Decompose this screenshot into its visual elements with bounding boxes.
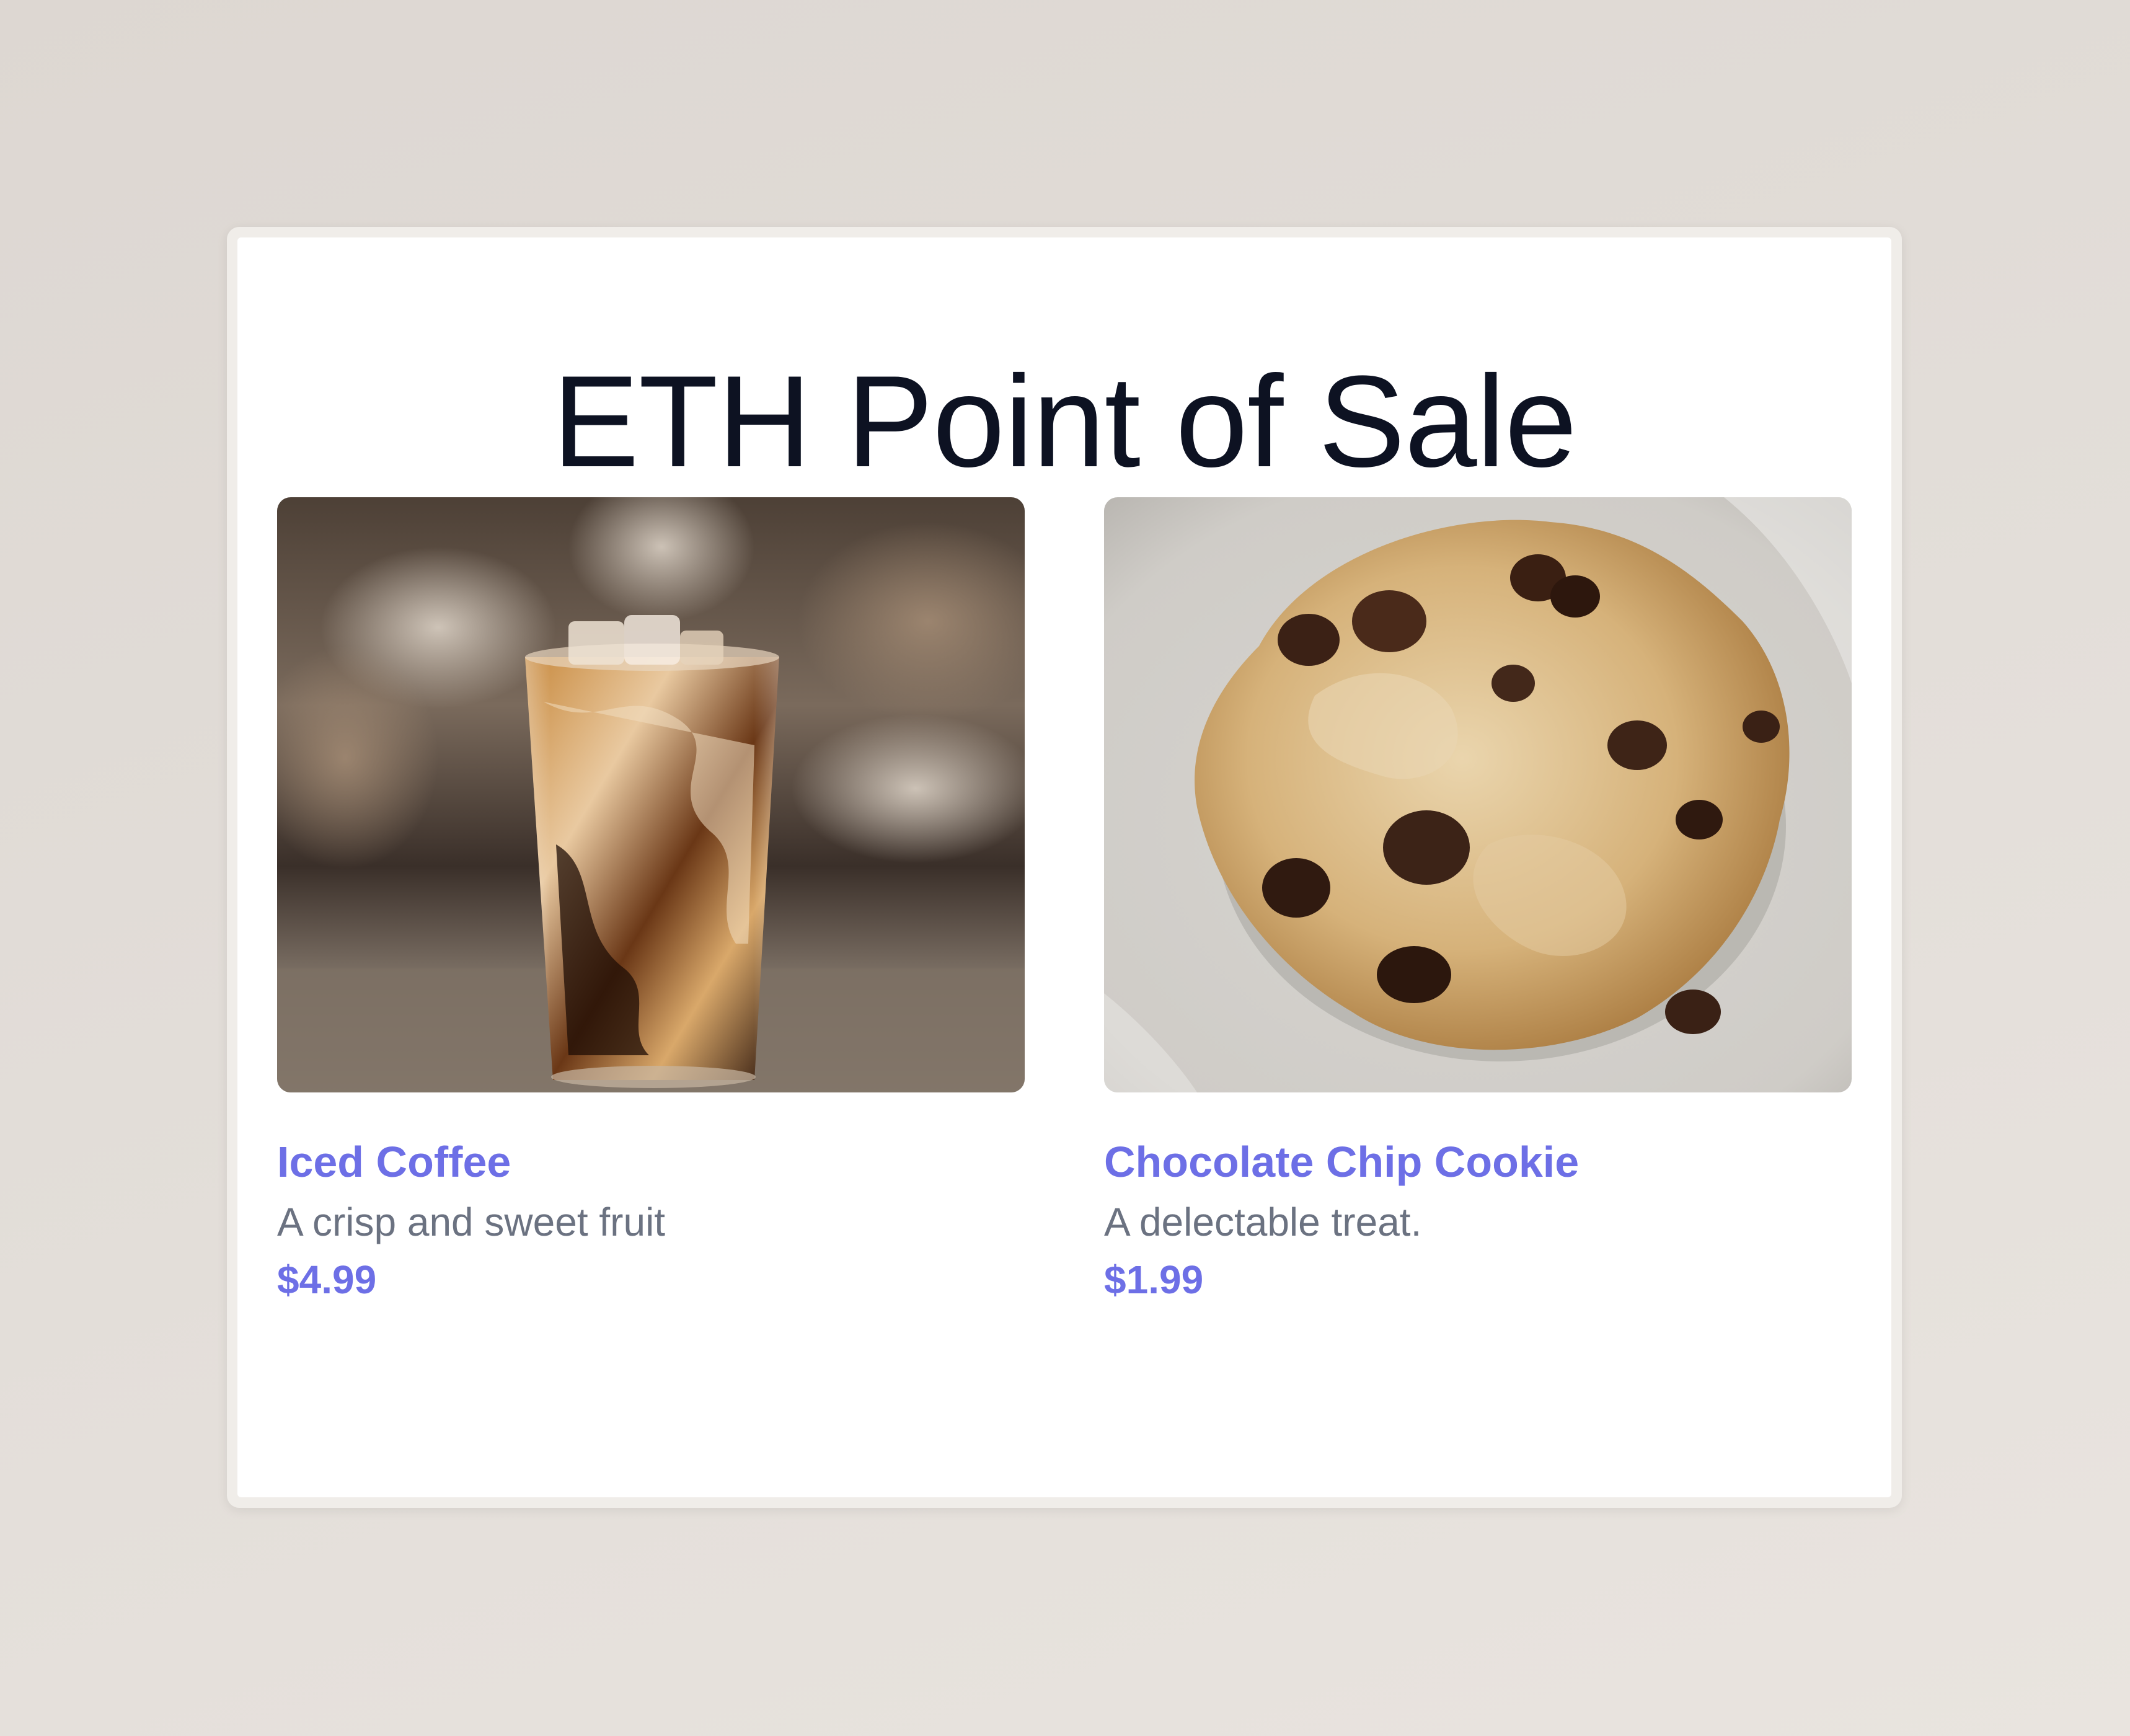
product-description: A crisp and sweet fruit [277, 1199, 666, 1244]
product-price: $4.99 [277, 1257, 377, 1303]
product-grid: Iced Coffee A crisp and sweet fruit $4.9… [277, 497, 1852, 1303]
page-title: ETH Point of Sale [552, 348, 1577, 494]
product-card-chocolate-chip-cookie[interactable]: Chocolate Chip Cookie A delectable treat… [1104, 497, 1852, 1303]
pos-card: ETH Point of Sale Iced Coffee A crisp an… [237, 237, 1891, 1497]
product-name[interactable]: Iced Coffee [277, 1137, 1025, 1187]
iced-coffee-image[interactable] [277, 497, 1025, 1092]
chocolate-chip-cookie-photo [1104, 497, 1852, 1092]
product-card-iced-coffee[interactable]: Iced Coffee A crisp and sweet fruit $4.9… [277, 497, 1025, 1303]
product-name[interactable]: Chocolate Chip Cookie [1104, 1137, 1852, 1187]
product-price: $1.99 [1104, 1257, 1204, 1303]
chocolate-chip-cookie-image[interactable] [1104, 497, 1852, 1092]
product-description: A delectable treat. [1104, 1199, 1422, 1244]
pos-card-frame: ETH Point of Sale Iced Coffee A crisp an… [227, 227, 1902, 1508]
iced-coffee-photo [277, 497, 1025, 1092]
